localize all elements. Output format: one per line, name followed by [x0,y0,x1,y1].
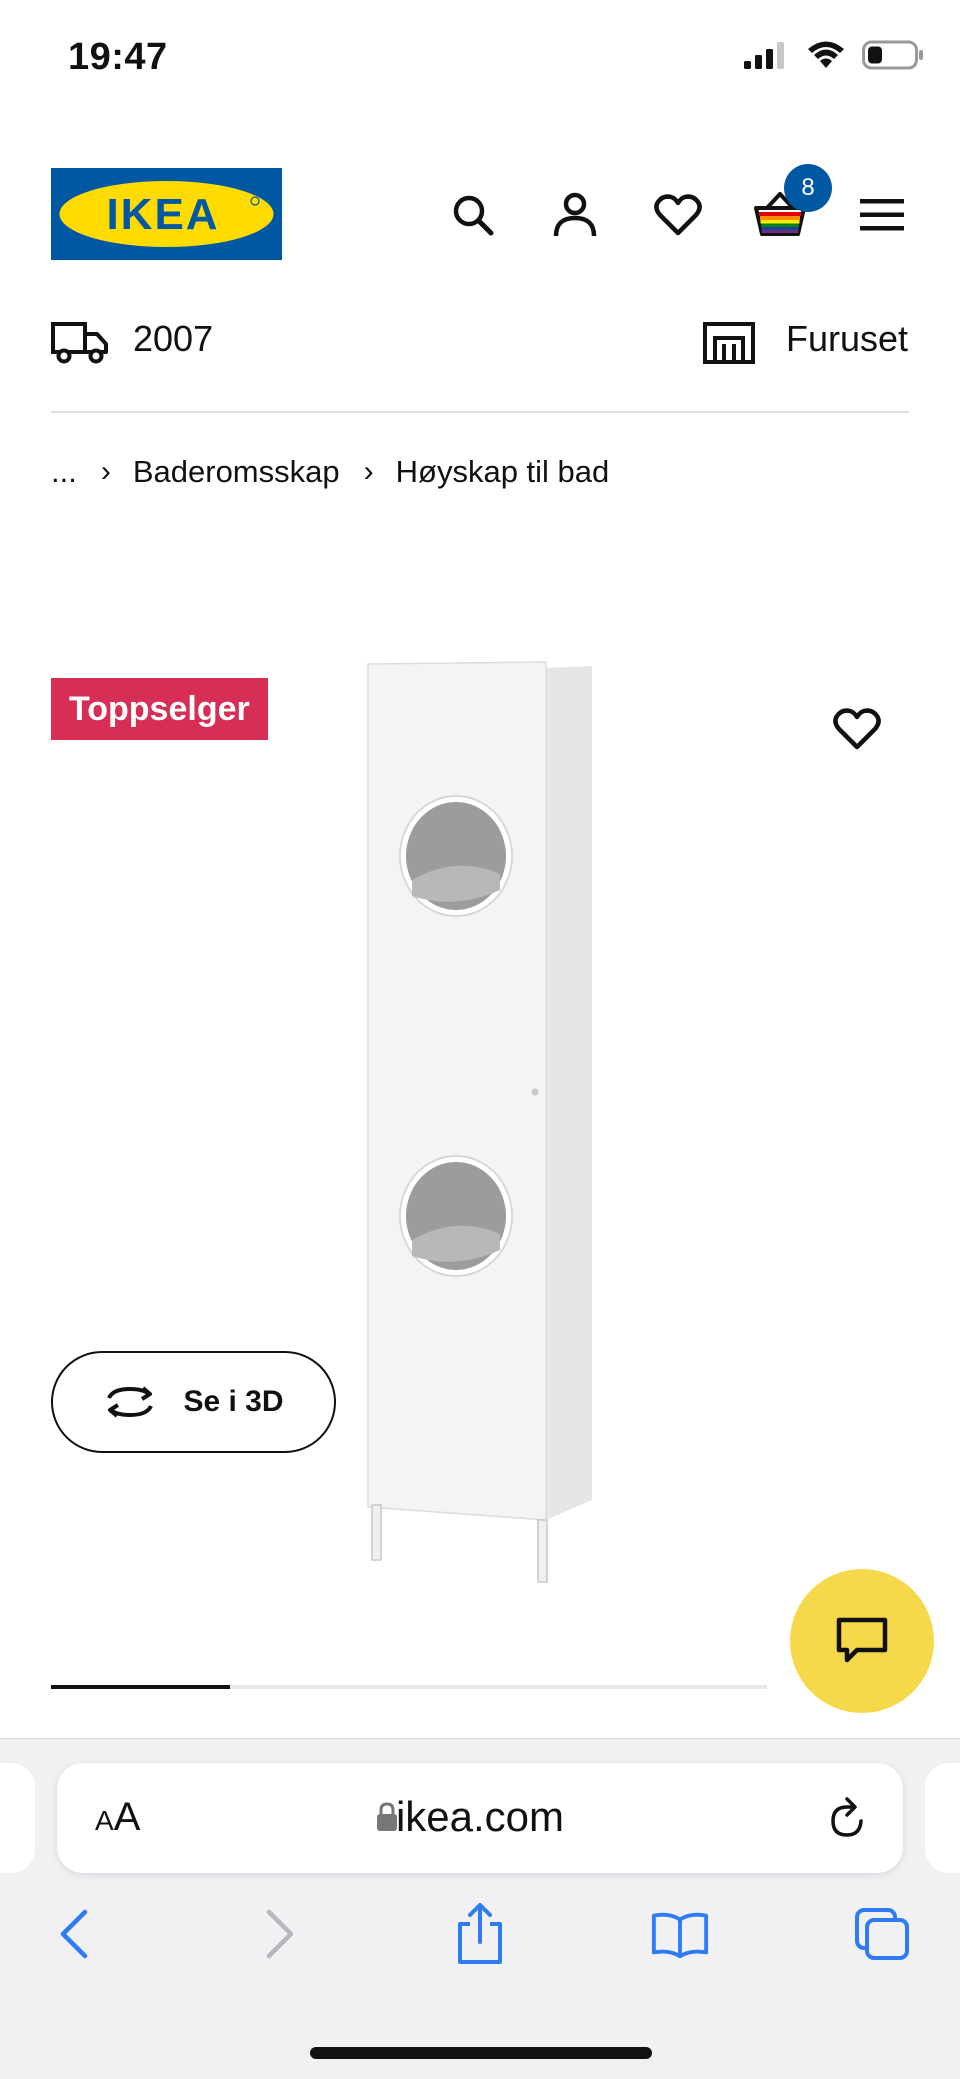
browser-toolbar: AA ikea.com [0,1738,960,2079]
search-button[interactable] [446,188,500,242]
view-in-3d-button[interactable]: Se i 3D [51,1351,336,1453]
reload-icon[interactable] [825,1795,869,1841]
url-text: ikea.com [395,1793,565,1840]
heart-icon [654,194,702,236]
site-header: IKEA 8 [0,150,960,280]
view-in-3d-label: Se i 3D [183,1385,284,1418]
cart-count-badge: 8 [784,164,832,212]
delivery-truck-icon[interactable] [51,320,109,364]
status-bar: 19:47 [0,0,960,110]
tabs-icon [855,1908,909,1960]
back-button[interactable] [44,1899,104,1969]
chevron-right-icon [266,1909,294,1959]
bookmarks-button[interactable] [650,1899,710,1969]
share-icon [458,1903,502,1964]
breadcrumb-item-baderomsskap[interactable]: Baderomsskap [133,454,340,490]
previous-tab-preview[interactable] [0,1763,35,1873]
store-icon[interactable] [703,322,755,364]
breadcrumb: ... › Baderomsskap › Høyskap til bad [51,452,609,492]
wishlist-button[interactable] [651,188,705,242]
rotate-3d-icon [107,1386,154,1418]
postal-code[interactable]: 2007 [133,318,213,360]
wifi-icon [808,41,844,68]
chevron-right-icon: › [363,455,374,488]
chat-icon [836,1617,888,1663]
product-image[interactable] [360,660,600,1585]
top-seller-badge: Toppselger [51,678,268,740]
header-divider [51,411,909,413]
tabs-button[interactable] [852,1899,912,1969]
chat-button[interactable] [790,1569,934,1713]
book-icon [651,1912,709,1959]
home-indicator [310,2047,652,2059]
menu-icon [860,199,904,231]
breadcrumb-item-hoyskap[interactable]: Høyskap til bad [396,454,610,490]
add-to-favorites-button[interactable] [828,700,886,758]
battery-icon [862,40,923,70]
heart-icon [833,708,881,750]
logo-text: IKEA [106,190,219,239]
signal-icon [744,42,784,69]
store-name[interactable]: Furuset [786,318,908,360]
ikea-logo[interactable]: IKEA [51,168,282,260]
address-bar[interactable]: AA ikea.com [57,1763,903,1873]
location-row: 2007 Furuset [0,310,960,374]
chevron-left-icon [60,1909,88,1959]
share-button[interactable] [450,1899,510,1969]
search-icon [453,195,494,236]
browser-nav-toolbar [0,1899,960,1989]
status-time: 19:47 [68,36,168,78]
breadcrumb-ellipsis[interactable]: ... [51,454,77,490]
profile-button[interactable] [548,188,602,242]
status-icons [744,40,924,70]
menu-button[interactable] [855,188,909,242]
chevron-right-icon: › [100,455,111,488]
gallery-progress-fill [51,1685,230,1689]
gallery-progress-track[interactable] [51,1685,767,1689]
forward-button[interactable] [250,1899,310,1969]
profile-icon [553,192,597,237]
next-tab-preview[interactable] [925,1763,960,1873]
